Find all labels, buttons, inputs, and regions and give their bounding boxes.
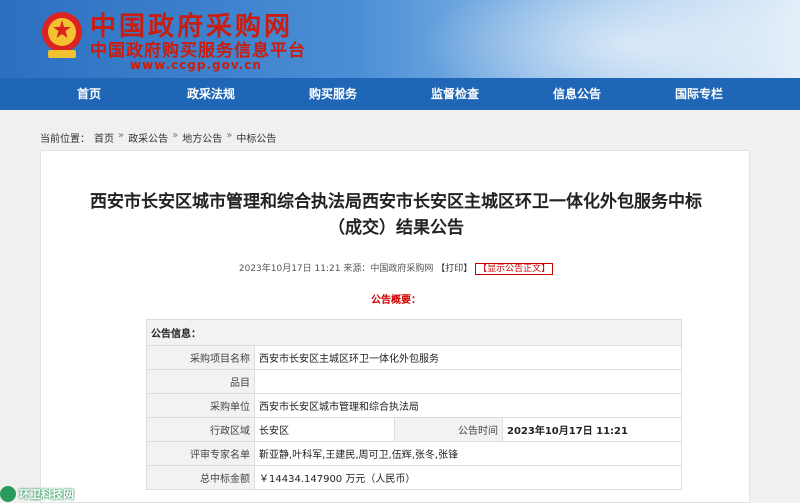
notice-summary-label: 公告概要： [371,295,421,306]
item-value [254,369,682,394]
breadcrumb-separator: » [172,130,179,141]
table-row: 总中标金额 ￥14434.147900 万元（人民币） [146,465,682,490]
breadcrumb-home-link[interactable]: 首页 [94,130,114,145]
region-value: 长安区 [254,417,395,442]
breadcrumb: 当前位置： 首页 » 政采公告 » 地方公告 » 中标公告 [40,130,276,145]
table-row: 品目 [146,369,682,394]
national-emblem-icon [42,12,82,58]
total-amount-value: ￥14434.147900 万元（人民币） [254,465,682,490]
project-name-label: 采购项目名称 [146,345,255,370]
table-row: 采购项目名称 西安市长安区主城区环卫一体化外包服务 [146,345,682,370]
watermark: 环卫科技网 [0,484,74,503]
breadcrumb-award-link[interactable]: 中标公告 [236,130,276,145]
site-url: www.ccgp.gov.cn [130,58,262,72]
notice-source: 中国政府采购网 [370,264,434,274]
breadcrumb-separator: » [226,130,233,141]
nav-item-supervision[interactable]: 监督检查 [394,78,516,110]
breadcrumb-prefix: 当前位置： [40,134,90,145]
print-link[interactable]: 【打印】 [436,264,472,274]
project-name-value: 西安市长安区主城区环卫一体化外包服务 [254,345,682,370]
notice-info-table: 公告信息： 采购项目名称 西安市长安区主城区环卫一体化外包服务 品目 采购单位 … [146,319,682,490]
notice-meta: 2023年10月17日 11:21 来源：中国政府采购网 【打印】 【显示公告正… [41,261,751,275]
main-nav: 首页 政采法规 购买服务 监督检查 信息公告 国际专栏 [0,78,800,110]
notice-date: 2023年10月17日 11:21 [238,264,341,274]
table-row: 行政区域 长安区 公告时间 2023年10月17日 11:21 [146,417,682,442]
notice-title: 西安市长安区城市管理和综合执法局西安市长安区主城区环卫一体化外包服务中标 （成交… [41,189,751,241]
banner-glow [420,0,800,78]
nav-item-announcements[interactable]: 信息公告 [516,78,638,110]
announce-time-value: 2023年10月17日 11:21 [502,417,682,442]
notice-source-label: 来源： [343,264,371,274]
announce-time-label: 公告时间 [394,417,503,442]
watermark-logo-icon [0,485,16,502]
breadcrumb-local-link[interactable]: 地方公告 [182,130,222,145]
breadcrumb-separator: » [118,130,125,141]
item-label: 品目 [146,369,255,394]
notice-title-line1: 西安市长安区城市管理和综合执法局西安市长安区主城区环卫一体化外包服务中标 [90,192,702,212]
nav-item-home[interactable]: 首页 [28,78,150,110]
region-label: 行政区域 [146,417,255,442]
experts-label: 评审专家名单 [146,441,255,466]
breadcrumb-procurement-link[interactable]: 政采公告 [128,130,168,145]
nav-item-international[interactable]: 国际专栏 [638,78,760,110]
table-row: 评审专家名单 靳亚静,叶科军,王建民,周可卫,伍辉,张冬,张锋 [146,441,682,466]
experts-value: 靳亚静,叶科军,王建民,周可卫,伍辉,张冬,张锋 [254,441,682,466]
purchasing-unit-label: 采购单位 [146,393,255,418]
watermark-text: 环卫科技网 [19,487,74,501]
purchasing-unit-value: 西安市长安区城市管理和综合执法局 [254,393,682,418]
table-row: 公告信息： [146,319,682,346]
nav-item-regulations[interactable]: 政采法规 [150,78,272,110]
total-amount-label: 总中标金额 [146,465,255,490]
table-row: 采购单位 西安市长安区城市管理和综合执法局 [146,393,682,418]
notice-content: 西安市长安区城市管理和综合执法局西安市长安区主城区环卫一体化外包服务中标 （成交… [40,150,750,503]
header-banner: 中国政府采购网 中国政府购买服务信息平台 www.ccgp.gov.cn [0,0,800,78]
table-header: 公告信息： [146,319,682,346]
notice-title-line2: （成交）结果公告 [328,218,464,238]
nav-item-purchase-services[interactable]: 购买服务 [272,78,394,110]
show-notice-button[interactable]: 【显示公告正文】 [475,263,554,275]
